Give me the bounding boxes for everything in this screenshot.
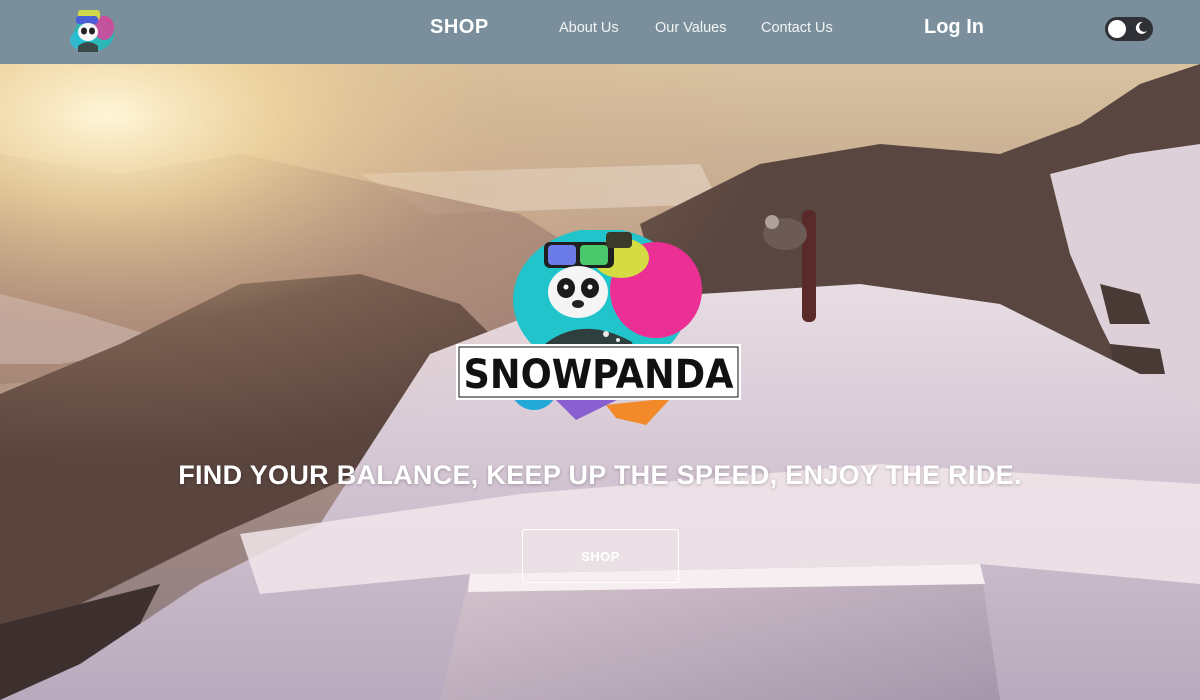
- theme-toggle[interactable]: [1105, 17, 1153, 41]
- hero-shop-button[interactable]: SHOP: [522, 529, 679, 583]
- nav-shop-link[interactable]: SHOP: [430, 16, 489, 39]
- navbar: SHOP About Us Our Values Contact Us Log …: [0, 0, 1200, 64]
- brand-name: SNOWPANDA: [464, 352, 734, 398]
- nav-values-link[interactable]: Our Values: [655, 20, 726, 36]
- moon-icon: [1135, 21, 1147, 34]
- nav-about-link[interactable]: About Us: [559, 20, 619, 36]
- hero-section: SNOWPANDA FIND YOUR BALANCE, KEEP UP THE…: [0, 64, 1200, 700]
- toggle-knob: [1108, 20, 1126, 38]
- hero-tagline: FIND YOUR BALANCE, KEEP UP THE SPEED, EN…: [178, 460, 1022, 490]
- nav-login-link[interactable]: Log In: [924, 16, 984, 39]
- snowpanda-hero-logo: SNOWPANDA: [456, 228, 741, 430]
- nav-contact-link[interactable]: Contact Us: [761, 20, 833, 36]
- snowpanda-logo-icon[interactable]: [60, 4, 120, 56]
